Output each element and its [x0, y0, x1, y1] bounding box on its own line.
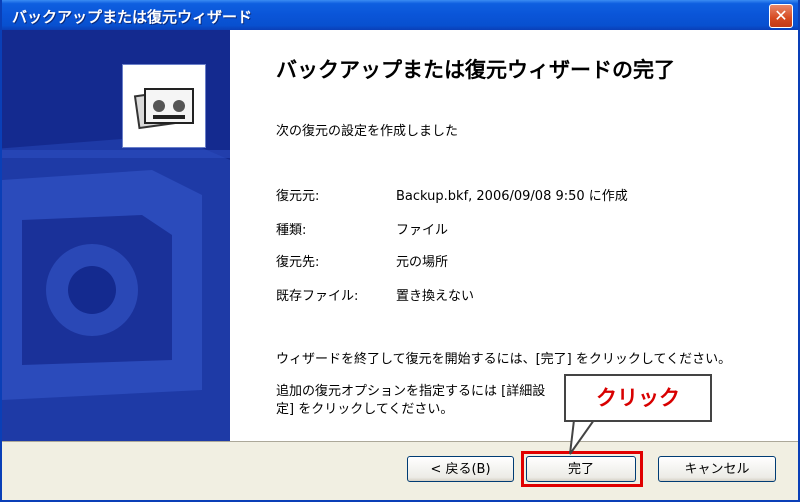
side-panel: [2, 30, 230, 441]
restore-type-value: ファイル: [396, 223, 449, 238]
restore-type-label: 種類:: [276, 223, 307, 238]
close-icon: ✕: [774, 6, 788, 25]
summary-intro: 次の復元の設定を作成しました: [276, 124, 459, 139]
page-title: バックアップまたは復元ウィザードの完了: [276, 58, 675, 82]
restore-dest-label: 復元先:: [276, 255, 320, 270]
wizard-window: バックアップまたは復元ウィザード ✕ バックアップまたは復元ウィザードの完了 次…: [0, 0, 800, 502]
content-area: バックアップまたは復元ウィザードの完了 次の復元の設定を作成しました 復元元: …: [230, 30, 798, 441]
restore-source-value: Backup.bkf, 2006/09/08 9:50 に作成: [396, 189, 628, 204]
advanced-instruction-line1: 追加の復元オプションを指定するには [詳細設: [276, 384, 546, 399]
advanced-instruction-line2: 定] をクリックしてください。: [276, 402, 454, 417]
cancel-button[interactable]: キャンセル: [658, 456, 776, 482]
existing-files-value: 置き換えない: [396, 289, 475, 304]
button-bar: < 戻る(B) 完了 キャンセル: [2, 441, 798, 500]
callout-tail: [569, 420, 596, 455]
restore-source-label: 復元元:: [276, 189, 320, 204]
restore-dest-value: 元の場所: [396, 255, 449, 270]
existing-files-label: 既存ファイル:: [276, 289, 359, 304]
close-button[interactable]: ✕: [769, 4, 793, 28]
back-button[interactable]: < 戻る(B): [407, 456, 514, 482]
window-title: バックアップまたは復元ウィザード: [12, 8, 253, 26]
backup-tape-icon: [122, 64, 206, 148]
title-bar[interactable]: バックアップまたは復元ウィザード ✕: [2, 0, 798, 30]
click-callout: クリック: [564, 374, 712, 422]
finish-instruction: ウィザードを終了して復元を開始するには、[完了] をクリックしてください。: [276, 352, 732, 367]
